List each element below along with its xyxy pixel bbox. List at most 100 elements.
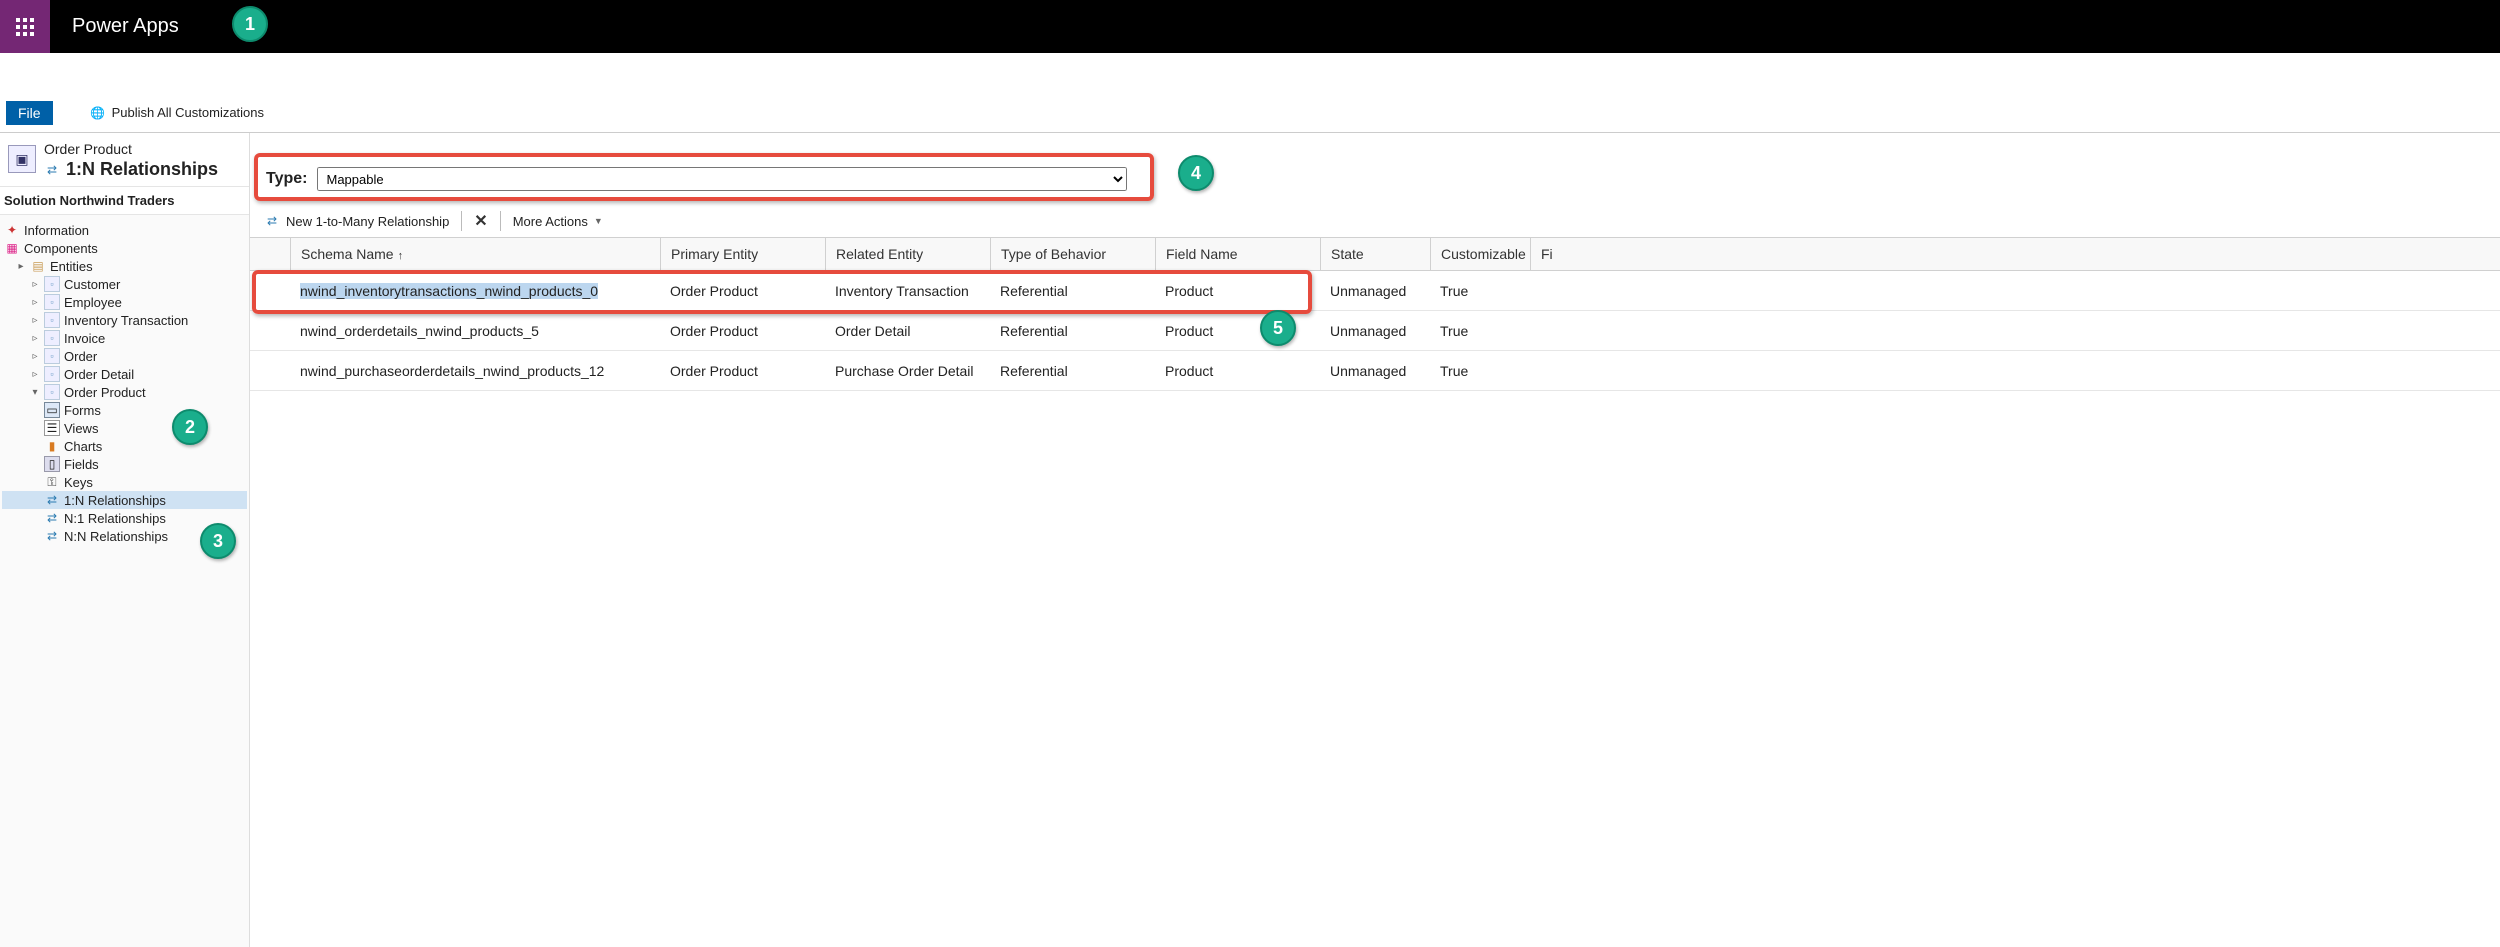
more-actions-button[interactable]: More Actions ▼ [509,212,607,231]
info-icon: ✦ [4,222,20,238]
solution-label: Solution Northwind Traders [0,186,249,215]
toolbar: File 🌐 Publish All Customizations [0,93,2500,133]
cell-primary: Order Product [660,323,825,339]
tree-information[interactable]: ✦ Information [2,221,247,239]
col-primary-entity[interactable]: Primary Entity [660,238,825,270]
new-relationship-button[interactable]: ⇄ New 1-to-Many Relationship [260,211,453,231]
entity-doc-icon: ▫ [44,276,60,292]
cell-related: Inventory Transaction [825,283,990,299]
cell-schema: nwind_purchaseorderdetails_nwind_product… [290,363,660,379]
cell-related: Purchase Order Detail [825,363,990,379]
type-filter-label: Type: [266,170,307,188]
tree-forms[interactable]: ▭Forms [2,401,247,419]
globe-icon: 🌐 [90,105,106,121]
tree-charts[interactable]: ▮Charts [2,437,247,455]
cell-schema: nwind_orderdetails_nwind_products_5 [290,323,660,339]
col-fi[interactable]: Fi [1530,238,1570,270]
cell-state: Unmanaged [1320,323,1430,339]
keys-icon: ⚿ [44,474,60,490]
entity-name: Order Product [44,141,218,157]
entity-doc-icon: ▫ [44,366,60,382]
left-nav: ▣ Order Product ⇄ 1:N Relationships Solu… [0,133,250,947]
cell-related: Order Detail [825,323,990,339]
tree-entity-inventory-transaction[interactable]: ▹▫Inventory Transaction [2,311,247,329]
tree-fields[interactable]: ▯Fields [2,455,247,473]
table-row[interactable]: nwind_inventorytransactions_nwind_produc… [250,271,2500,311]
cell-primary: Order Product [660,283,825,299]
callout-badge-1: 1 [232,6,268,42]
table-row[interactable]: nwind_orderdetails_nwind_products_5 Orde… [250,311,2500,351]
tree-entity-order[interactable]: ▹▫Order [2,347,247,365]
cell-custom: True [1430,363,1530,379]
tree-components[interactable]: ▦ Components [2,239,247,257]
entity-doc-icon: ▫ [44,294,60,310]
callout-badge-2: 2 [172,409,208,445]
entity-doc-icon: ▫ [44,330,60,346]
tree-entity-invoice[interactable]: ▹▫Invoice [2,329,247,347]
tree-views[interactable]: ☰Views [2,419,247,437]
relationship-icon: ⇄ [44,528,60,544]
main-content: Type: Mappable 4 ⇄ New 1-to-Many Relatio… [250,133,2500,947]
expand-icon: ▹ [30,297,40,308]
cell-schema: nwind_inventorytransactions_nwind_produc… [300,283,598,299]
delete-button[interactable]: ✕ [470,209,491,233]
app-launcher-button[interactable] [0,0,50,53]
type-filter-select[interactable]: Mappable [317,167,1127,191]
separator [461,211,462,231]
components-icon: ▦ [4,240,20,256]
col-state[interactable]: State [1320,238,1430,270]
expand-icon: ▹ [30,333,40,344]
cell-custom: True [1430,283,1530,299]
nav-tree: ✦ Information ▦ Components ▸ ▤ Entities … [0,215,249,551]
cell-custom: True [1430,323,1530,339]
entity-subtitle: 1:N Relationships [66,159,218,180]
cell-field: Product [1155,363,1320,379]
table-row[interactable]: nwind_purchaseorderdetails_nwind_product… [250,351,2500,391]
command-bar: ⇄ New 1-to-Many Relationship ✕ More Acti… [250,205,2500,237]
relationships-grid: Schema Name↑ Primary Entity Related Enti… [250,237,2500,391]
expand-icon: ▹ [30,279,40,290]
entity-icon: ▣ [8,145,36,173]
publish-all-button[interactable]: 🌐 Publish All Customizations [65,105,264,121]
col-related-entity[interactable]: Related Entity [825,238,990,270]
cell-behavior: Referential [990,283,1155,299]
callout-badge-5: 5 [1260,310,1296,346]
entity-doc-icon: ▫ [44,384,60,400]
col-schema-name[interactable]: Schema Name↑ [290,238,660,270]
expand-icon: ▸ [16,261,26,272]
collapse-icon: ▾ [30,387,40,398]
entities-icon: ▤ [30,258,46,274]
entity-doc-icon: ▫ [44,348,60,364]
views-icon: ☰ [44,420,60,436]
charts-icon: ▮ [44,438,60,454]
entity-doc-icon: ▫ [44,312,60,328]
delete-icon: ✕ [474,211,487,231]
col-customizable[interactable]: Customizable [1430,238,1530,270]
tree-entity-employee[interactable]: ▹▫Employee [2,293,247,311]
callout-badge-3: 3 [200,523,236,559]
fields-icon: ▯ [44,456,60,472]
col-field-name[interactable]: Field Name [1155,238,1320,270]
top-bar: Power Apps [0,0,2500,53]
cell-state: Unmanaged [1320,363,1430,379]
col-checkbox[interactable] [250,238,290,270]
file-button[interactable]: File [6,101,53,125]
callout-badge-4: 4 [1178,155,1214,191]
tree-entities[interactable]: ▸ ▤ Entities [2,257,247,275]
tree-entity-order-detail[interactable]: ▹▫Order Detail [2,365,247,383]
publish-all-label: Publish All Customizations [112,105,264,120]
cell-behavior: Referential [990,363,1155,379]
tree-entity-order-product[interactable]: ▾▫Order Product [2,383,247,401]
tree-entity-customer[interactable]: ▹▫Customer [2,275,247,293]
entity-header: ▣ Order Product ⇄ 1:N Relationships [0,133,249,186]
tree-1n-relationships[interactable]: ⇄1:N Relationships [2,491,247,509]
sort-asc-icon: ↑ [394,250,404,262]
app-title: Power Apps [50,15,179,38]
cell-field: Product [1155,283,1320,299]
forms-icon: ▭ [44,402,60,418]
tree-keys[interactable]: ⚿Keys [2,473,247,491]
cell-state: Unmanaged [1320,283,1430,299]
col-type-behavior[interactable]: Type of Behavior [990,238,1155,270]
relationship-icon: ⇄ [44,510,60,526]
chevron-down-icon: ▼ [594,216,603,226]
